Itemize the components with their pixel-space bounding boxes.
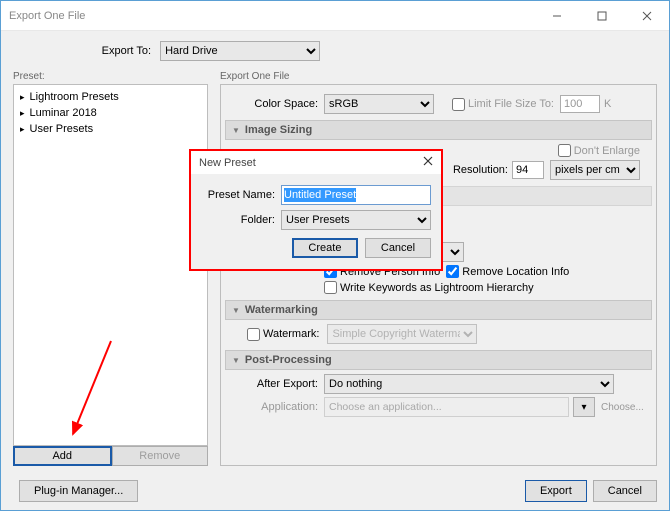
resolution-input[interactable]	[512, 161, 544, 179]
preset-name-label: Preset Name:	[201, 189, 275, 201]
remove-location-label: Remove Location Info	[462, 266, 569, 278]
preset-item[interactable]: Lightroom Presets	[16, 89, 205, 105]
preset-name-input[interactable]: Untitled Preset	[281, 185, 431, 205]
close-button[interactable]	[624, 1, 669, 31]
window-title: Export One File	[9, 10, 85, 22]
export-to-row: Export To: Hard Drive	[1, 31, 669, 71]
settings-label: Export One File	[220, 71, 657, 82]
colorspace-select[interactable]: sRGB	[324, 94, 434, 114]
limit-filesize-checkbox[interactable]	[452, 98, 465, 111]
export-window: Export One File Export To: Hard Drive Pr…	[0, 0, 670, 511]
remove-location-checkbox[interactable]	[446, 265, 459, 278]
add-preset-button[interactable]: Add	[13, 446, 112, 466]
resolution-unit-select[interactable]: pixels per cm	[550, 160, 640, 180]
watermark-checkbox[interactable]	[247, 328, 260, 341]
write-keywords-label: Write Keywords as Lightroom Hierarchy	[340, 282, 534, 294]
plugin-manager-button[interactable]: Plug-in Manager...	[19, 480, 138, 502]
limit-unit-label: K	[604, 98, 611, 110]
maximize-button[interactable]	[579, 1, 624, 31]
after-export-label: After Export:	[243, 378, 318, 390]
dialog-close-button[interactable]	[423, 156, 433, 169]
remove-preset-button: Remove	[112, 446, 209, 466]
export-to-select[interactable]: Hard Drive	[160, 41, 320, 61]
write-keywords-checkbox[interactable]	[324, 281, 337, 294]
dialog-create-button[interactable]: Create	[292, 238, 358, 258]
new-preset-dialog: New Preset Preset Name: Untitled Preset …	[189, 149, 443, 271]
application-field: Choose an application...	[324, 397, 569, 417]
dont-enlarge-label: Don't Enlarge	[574, 145, 640, 157]
after-export-select[interactable]: Do nothing	[324, 374, 614, 394]
minimize-button[interactable]	[534, 1, 579, 31]
resolution-label: Resolution:	[453, 164, 508, 176]
watermark-select: Simple Copyright Watermark	[327, 324, 477, 344]
limit-filesize-label: Limit File Size To:	[468, 98, 554, 110]
preset-label: Preset:	[13, 71, 208, 82]
dont-enlarge-checkbox[interactable]	[558, 144, 571, 157]
preset-folder-label: Folder:	[201, 214, 275, 226]
export-button[interactable]: Export	[525, 480, 587, 502]
dialog-title: New Preset	[199, 157, 256, 169]
application-placeholder: Choose an application...	[329, 401, 442, 413]
preset-item[interactable]: User Presets	[16, 121, 205, 137]
application-browse-button[interactable]: ▾	[573, 397, 595, 417]
preset-folder-select[interactable]: User Presets	[281, 210, 431, 230]
preset-item[interactable]: Luminar 2018	[16, 105, 205, 121]
application-label: Application:	[243, 401, 318, 413]
choose-label: Choose...	[601, 402, 644, 413]
section-watermarking[interactable]: Watermarking	[225, 300, 652, 320]
dialog-cancel-button[interactable]: Cancel	[365, 238, 431, 258]
section-image-sizing[interactable]: Image Sizing	[225, 120, 652, 140]
settings-panel: Color Space: sRGB Limit File Size To: K …	[220, 84, 657, 466]
watermark-label: Watermark:	[263, 328, 319, 340]
titlebar: Export One File	[1, 1, 669, 31]
section-post-processing[interactable]: Post-Processing	[225, 350, 652, 370]
cancel-button[interactable]: Cancel	[593, 480, 657, 502]
export-to-label: Export To:	[1, 45, 151, 57]
colorspace-label: Color Space:	[243, 98, 318, 110]
limit-filesize-input[interactable]	[560, 95, 600, 113]
preset-list[interactable]: Lightroom Presets Luminar 2018 User Pres…	[13, 84, 208, 446]
